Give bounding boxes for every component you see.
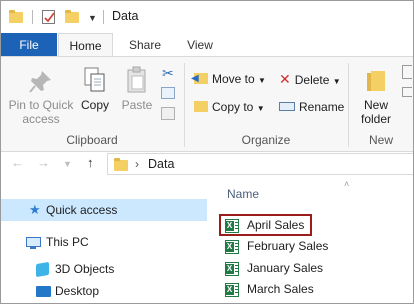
- file-name-cell: January Sales: [219, 257, 331, 279]
- tab-share[interactable]: Share: [121, 33, 169, 57]
- tab-home[interactable]: Home: [58, 33, 113, 57]
- file-name-cell: February Sales: [219, 235, 336, 257]
- cut-icon[interactable]: ✂: [162, 65, 174, 82]
- explorer-window: ▼ Data File Home Share View Pin to Quick…: [0, 0, 414, 304]
- title-separator: [103, 10, 104, 24]
- rename-label: Rename: [299, 100, 345, 114]
- star-icon: ★: [29, 202, 41, 217]
- paste-label: Paste: [121, 98, 153, 112]
- copy-label: Copy: [80, 98, 109, 112]
- file-row-march-sales[interactable]: March Sales: [219, 278, 409, 300]
- move-to-icon: ◀: [191, 73, 208, 84]
- pin-label-line2: access: [22, 112, 60, 126]
- copy-to-icon: [194, 101, 208, 112]
- new-folder-icon: [367, 71, 385, 91]
- ribbon-tabs: File Home Share View: [1, 33, 413, 57]
- address-path: Data: [148, 157, 175, 171]
- copy-to-button[interactable]: Copy to ▼: [194, 98, 265, 116]
- new-item-icon[interactable]: [402, 65, 412, 79]
- paste-shortcut-icon[interactable]: [161, 107, 175, 120]
- title-separator: [32, 10, 33, 24]
- delete-icon: ✕: [279, 71, 291, 87]
- new-folder-label-line1: New: [363, 98, 388, 112]
- forward-button[interactable]: →: [37, 155, 50, 170]
- file-name-cell: April Sales: [219, 214, 313, 236]
- delete-button[interactable]: ✕ Delete ▼: [279, 70, 341, 88]
- file-name: February Sales: [247, 239, 329, 253]
- copy-icon: [84, 67, 105, 92]
- nav-item-desktop[interactable]: Desktop: [1, 280, 207, 302]
- rename-button[interactable]: Rename: [279, 98, 344, 116]
- file-row-april-sales[interactable]: April Sales: [219, 214, 409, 236]
- copy-button[interactable]: Copy: [77, 65, 113, 112]
- file-name: March Sales: [247, 282, 314, 296]
- copy-to-label: Copy to: [212, 100, 254, 114]
- back-button[interactable]: ←: [11, 155, 24, 170]
- address-bar[interactable]: › Data: [107, 153, 413, 175]
- new-folder-quick-icon[interactable]: [65, 10, 79, 23]
- file-row-january-sales[interactable]: January Sales: [219, 257, 409, 279]
- pin-label-line1: Pin to Quick: [8, 98, 74, 112]
- rename-icon: [279, 102, 295, 111]
- desktop-icon: [36, 286, 51, 297]
- recent-locations-button[interactable]: ▼: [63, 159, 72, 169]
- nav-item-quick-access[interactable]: ★ Quick access: [1, 199, 207, 221]
- nav-item-label: 3D Objects: [55, 262, 115, 276]
- chevron-right-icon[interactable]: ›: [135, 157, 139, 171]
- window-title: Data: [112, 9, 139, 23]
- excel-file-icon: [225, 240, 239, 254]
- file-name: April Sales: [247, 218, 305, 232]
- new-folder-button[interactable]: New folder: [353, 65, 399, 126]
- folder-icon: [9, 10, 23, 23]
- tab-file[interactable]: File: [1, 33, 57, 57]
- ribbon: Pin to Quick access Copy Paste ✂ Clipboa…: [1, 56, 413, 152]
- move-to-label: Move to: [212, 72, 255, 86]
- nav-item-this-pc[interactable]: This PC: [1, 231, 207, 253]
- up-button[interactable]: ↑: [87, 155, 94, 170]
- excel-file-icon: [225, 262, 239, 276]
- nav-item-3d-objects[interactable]: 3D Objects: [1, 258, 207, 280]
- file-name-cell: March Sales: [219, 278, 322, 300]
- excel-file-icon: [225, 283, 239, 297]
- nav-item-label: Quick access: [46, 203, 118, 217]
- paste-icon: [127, 66, 146, 93]
- sort-ascending-icon: ˄: [344, 179, 350, 189]
- computer-icon: [26, 237, 41, 249]
- new-group-label: New: [368, 133, 393, 147]
- title-bar: ▼ Data: [1, 1, 413, 33]
- excel-file-icon: [225, 219, 239, 233]
- paste-button[interactable]: Paste: [119, 65, 155, 112]
- customize-toolbar-icon[interactable]: ▼: [88, 13, 97, 23]
- nav-item-label: This PC: [46, 235, 89, 249]
- navigation-bar: ← → ▼ ↑ › Data: [1, 153, 413, 175]
- easy-access-icon[interactable]: [402, 87, 412, 97]
- nav-item-label: Desktop: [55, 284, 100, 298]
- pin-to-quick-access-button[interactable]: Pin to Quick access: [5, 69, 77, 126]
- new-folder-label-line2: folder: [360, 112, 392, 126]
- folder-icon: [114, 158, 128, 171]
- move-to-button[interactable]: ◀ Move to ▼: [191, 70, 266, 88]
- file-name: January Sales: [247, 261, 324, 275]
- copy-path-icon[interactable]: [161, 87, 175, 99]
- properties-icon[interactable]: [42, 10, 55, 24]
- pin-icon: [29, 71, 51, 93]
- organize-group-label: Organize: [241, 133, 291, 147]
- column-header-name[interactable]: Name: [227, 187, 259, 201]
- 3d-objects-icon: [36, 261, 49, 278]
- file-row-february-sales[interactable]: February Sales: [219, 235, 409, 257]
- delete-label: Delete: [294, 73, 330, 87]
- clipboard-group-label: Clipboard: [66, 133, 118, 147]
- tab-view[interactable]: View: [177, 33, 223, 57]
